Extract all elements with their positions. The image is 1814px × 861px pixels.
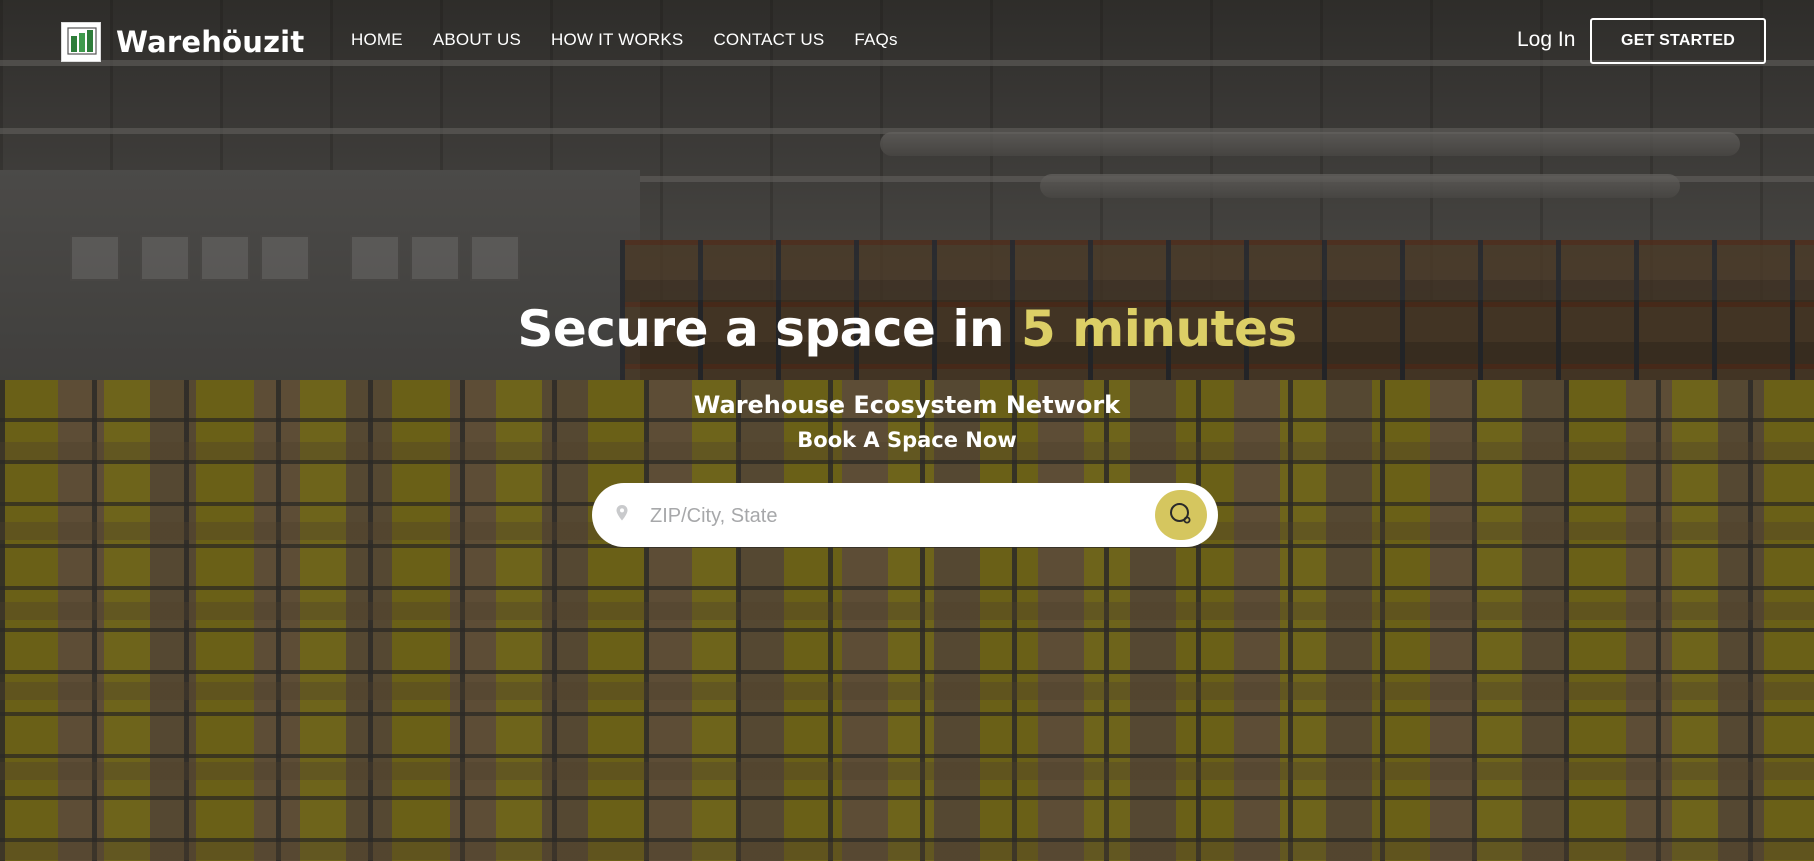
login-link[interactable]: Log In	[1517, 28, 1575, 52]
main-nav: HOME ABOUT US HOW IT WORKS CONTACT US FA…	[351, 30, 898, 50]
location-search-bar	[592, 483, 1218, 547]
hero-headline: Secure a space in 5 minutes	[0, 300, 1814, 358]
brand-logo-link[interactable]: Warehöuzit	[61, 22, 304, 62]
hero-subheading: Warehouse Ecosystem Network	[693, 391, 1121, 419]
site-header: Warehöuzit HOME ABOUT US HOW IT WORKS CO…	[0, 0, 1814, 84]
brand-name: Warehöuzit	[116, 25, 305, 59]
map-pin-icon	[615, 504, 629, 526]
headline-accent: 5 minutes	[1020, 300, 1297, 358]
get-started-button[interactable]: GET STARTED	[1590, 18, 1766, 64]
nav-item-about-us[interactable]: ABOUT US	[433, 30, 521, 50]
warehouse-logo-icon	[61, 22, 101, 62]
hero-tagline: Book A Space Now	[797, 428, 1017, 452]
nav-item-home[interactable]: HOME	[351, 30, 403, 50]
location-search-input[interactable]	[648, 495, 1132, 537]
search-icon	[1168, 501, 1194, 530]
nav-item-faqs[interactable]: FAQs	[854, 30, 897, 50]
headline-prefix: Secure a space in	[517, 300, 1021, 358]
nav-item-contact-us[interactable]: CONTACT US	[713, 30, 824, 50]
search-button[interactable]	[1155, 490, 1207, 540]
nav-item-how-it-works[interactable]: HOW IT WORKS	[551, 30, 683, 50]
